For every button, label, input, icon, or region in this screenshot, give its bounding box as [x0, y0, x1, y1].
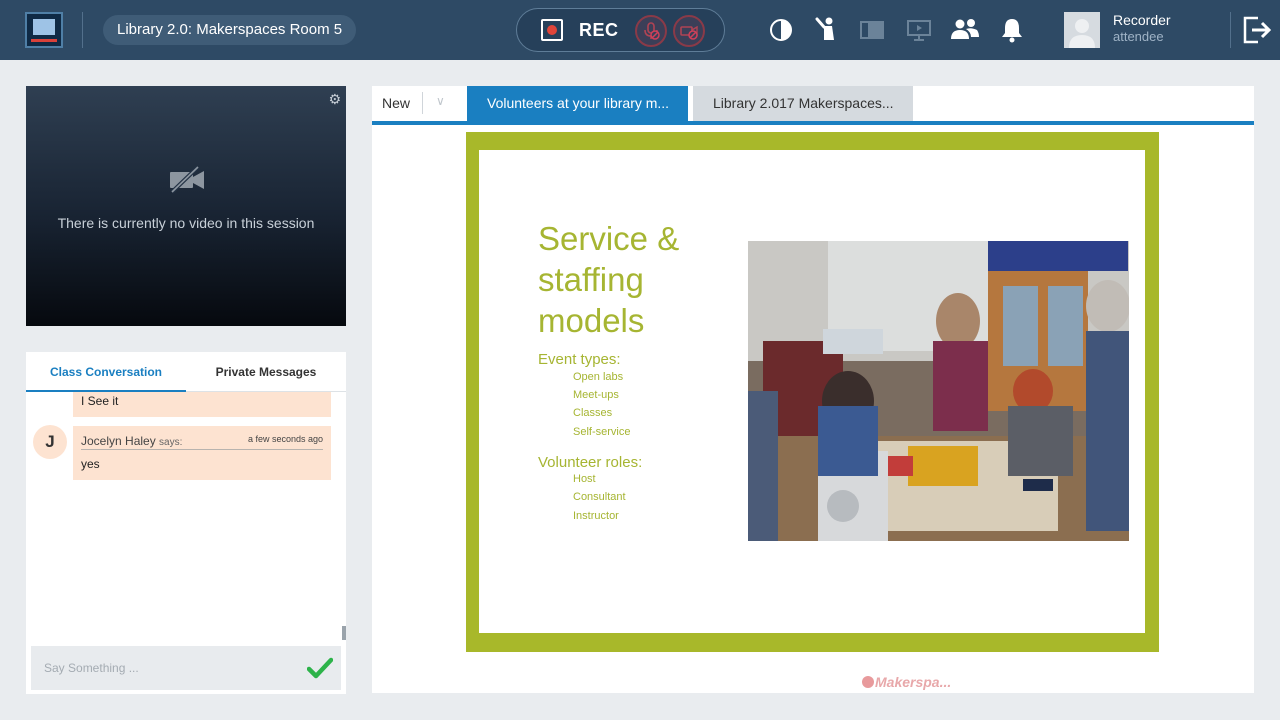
message-text: I See it — [81, 394, 119, 408]
top-bar: Library 2.0: Makerspaces Room 5 REC Reco… — [0, 0, 1280, 60]
scrollbar[interactable] — [342, 626, 346, 640]
chat-panel: Class Conversation Private Messages I Se… — [26, 352, 346, 694]
tab-underline — [372, 121, 1254, 125]
tab-private-messages[interactable]: Private Messages — [186, 352, 346, 392]
layout-icon[interactable] — [858, 16, 886, 44]
contrast-icon[interactable] — [768, 16, 796, 44]
app-logo-icon — [25, 12, 63, 48]
avatar — [1064, 12, 1100, 48]
divider — [1230, 12, 1231, 48]
message-text: yes — [81, 457, 100, 471]
slide-list-item: Classes — [573, 407, 613, 419]
watermark-text: Makerspa... — [875, 674, 952, 690]
gear-icon[interactable]: ⚙ — [328, 91, 341, 108]
tab-volunteers[interactable]: Volunteers at your library m... — [467, 86, 688, 121]
chat-tabs: Class Conversation Private Messages — [26, 352, 346, 392]
divider — [82, 12, 83, 48]
presentation-slide: Service & staffing models Event types: O… — [466, 132, 1159, 652]
chat-message-input[interactable] — [31, 646, 301, 690]
participants-icon[interactable] — [948, 16, 982, 44]
slide-list-item: Self-service — [573, 426, 631, 438]
slide-photo — [748, 241, 1129, 541]
document-tabs: New ∨ Volunteers at your library m... Li… — [372, 86, 1254, 121]
slide-list-item: Host — [573, 473, 596, 485]
message-author: Jocelyn Haley — [81, 434, 156, 448]
chat-message: Jocelyn Haley says: a few seconds ago ye… — [73, 426, 331, 480]
new-document-button[interactable]: New ∨ — [372, 86, 462, 121]
record-icon[interactable] — [541, 19, 563, 41]
message-author-line: Jocelyn Haley says: — [81, 434, 182, 448]
camera-muted-icon[interactable] — [673, 15, 705, 47]
screen-share-icon[interactable] — [905, 16, 933, 44]
rec-label[interactable]: REC — [579, 20, 619, 41]
new-label[interactable]: New — [382, 95, 410, 111]
mic-muted-icon[interactable] — [635, 15, 667, 47]
video-panel: ⚙ There is currently no video in this se… — [26, 86, 346, 326]
tab-makerspaces[interactable]: Library 2.017 Makerspaces... — [693, 86, 913, 121]
slide-list-item: Consultant — [573, 491, 626, 503]
slide-list-item: Open labs — [573, 371, 624, 383]
no-video-message: There is currently no video in this sess… — [57, 215, 315, 231]
divider — [81, 449, 323, 450]
raise-hand-icon[interactable] — [813, 16, 841, 44]
content-panel: New ∨ Volunteers at your library m... Li… — [372, 86, 1254, 693]
slide-heading: Volunteer roles: — [538, 454, 643, 471]
chat-input-area — [31, 646, 341, 690]
watermark-dot — [862, 676, 874, 688]
exit-icon[interactable] — [1241, 14, 1273, 46]
send-check-icon[interactable] — [306, 656, 334, 680]
message-timestamp: a few seconds ago — [247, 434, 323, 444]
slide-heading: Event types: — [538, 351, 621, 368]
divider — [422, 92, 423, 114]
avatar: J — [33, 425, 67, 459]
slide-list-item: Meet-ups — [573, 389, 619, 401]
user-name: Recorder — [1113, 12, 1171, 28]
recording-controls: REC — [516, 8, 725, 52]
message-says: says: — [159, 437, 183, 448]
notification-bell-icon[interactable] — [999, 16, 1027, 44]
user-role: attendee — [1113, 29, 1164, 44]
no-video-icon — [168, 165, 206, 199]
tab-class-conversation[interactable]: Class Conversation — [26, 352, 186, 392]
chat-message: I See it — [73, 392, 331, 417]
chevron-down-icon[interactable]: ∨ — [436, 94, 445, 108]
slide-title: Service & staffing models — [538, 220, 680, 339]
slide-list-item: Instructor — [573, 510, 619, 522]
session-title[interactable]: Library 2.0: Makerspaces Room 5 — [103, 15, 357, 45]
slide-body: Service & staffing models Event types: O… — [479, 150, 1145, 633]
